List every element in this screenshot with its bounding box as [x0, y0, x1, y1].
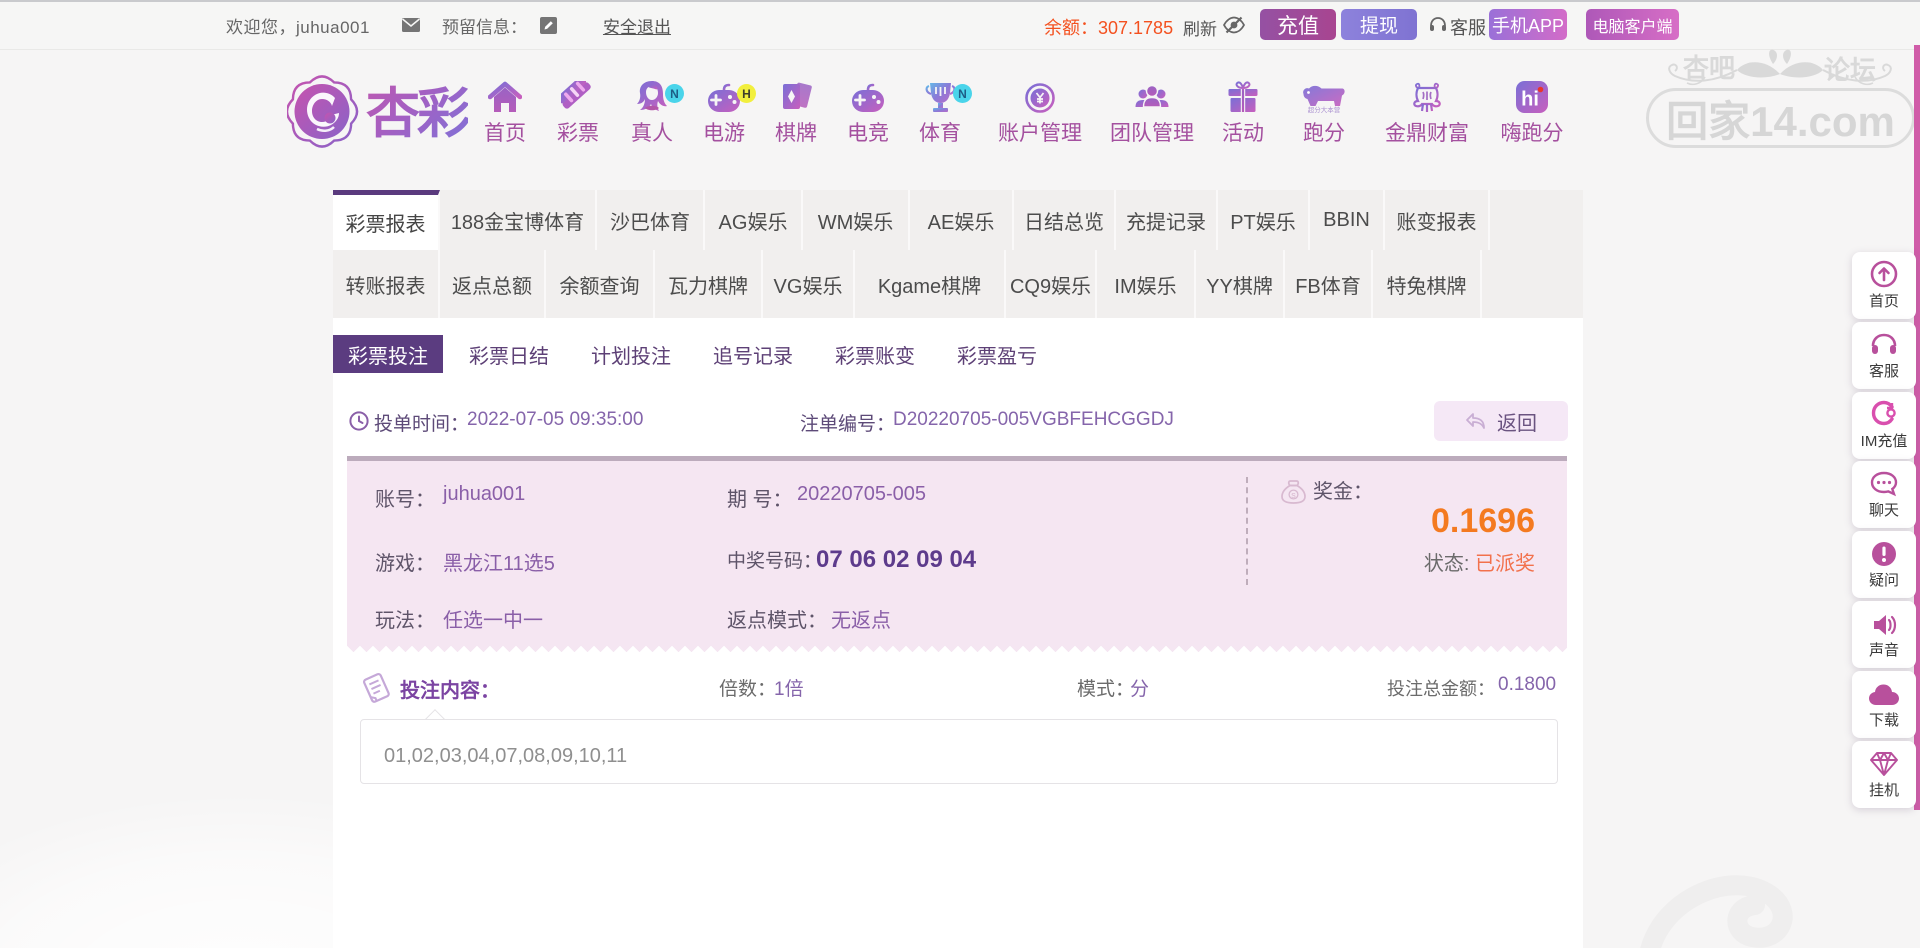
svg-text:hi: hi	[1521, 89, 1539, 111]
svg-text:超分大本营: 超分大本营	[1308, 105, 1341, 114]
svg-text:s: s	[1291, 490, 1296, 500]
